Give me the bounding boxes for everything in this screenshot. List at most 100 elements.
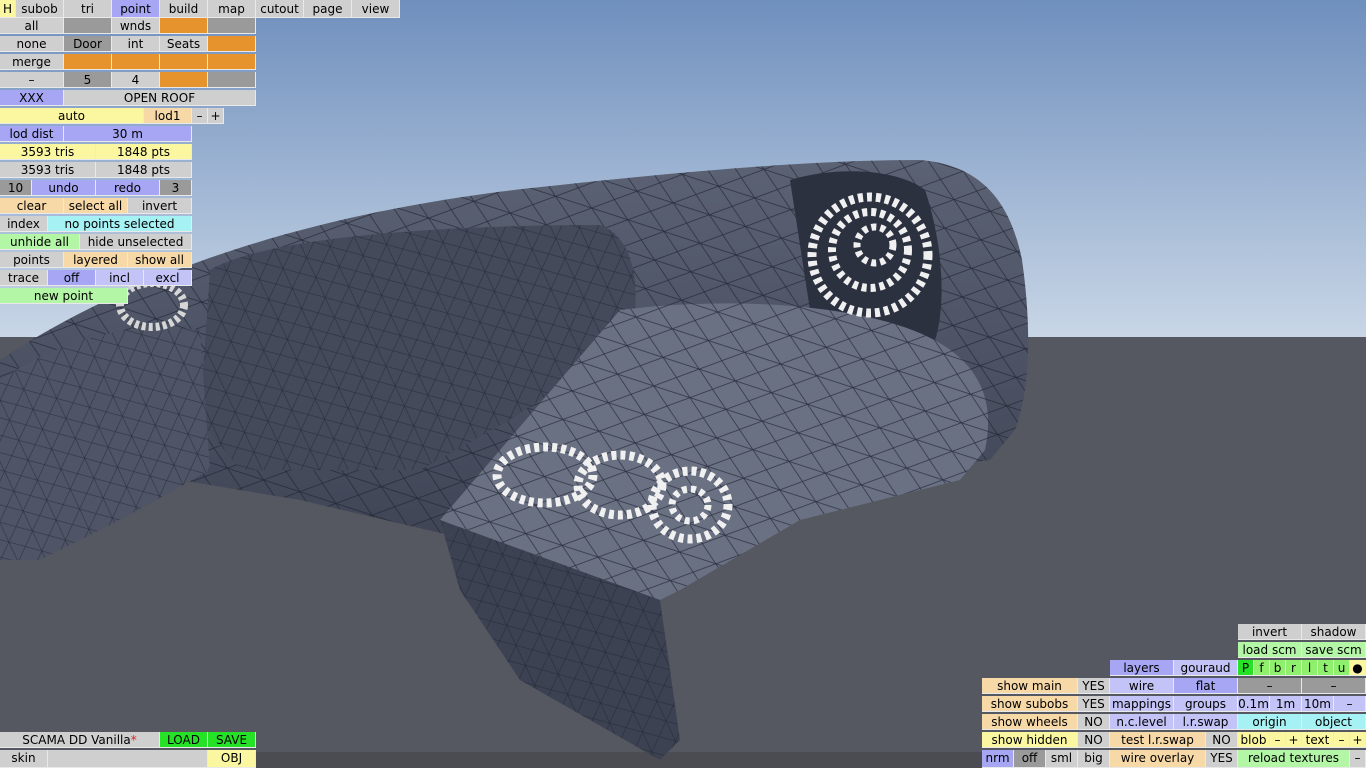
four-button[interactable]: 4 bbox=[112, 72, 160, 88]
view-top-button[interactable]: t bbox=[1318, 660, 1334, 676]
gouraud-button[interactable]: gouraud bbox=[1174, 660, 1238, 676]
normals-off-button[interactable]: off bbox=[1014, 750, 1046, 768]
clear-selection-button[interactable]: clear bbox=[0, 198, 64, 214]
show-all-button[interactable]: show all bbox=[128, 252, 192, 268]
orange-slot[interactable] bbox=[64, 54, 112, 70]
file-name[interactable]: SCAMA DD Vanilla* bbox=[0, 732, 160, 748]
layered-button[interactable]: layered bbox=[64, 252, 128, 268]
wire-overlay-button[interactable]: wire overlay bbox=[1110, 750, 1206, 768]
lod-dist-label[interactable]: lod dist bbox=[0, 126, 64, 142]
object-button[interactable]: object bbox=[1302, 714, 1366, 730]
tab-page[interactable]: page bbox=[304, 0, 352, 18]
orange-slot[interactable] bbox=[208, 54, 256, 70]
show-subobs-label[interactable]: show subobs bbox=[982, 696, 1078, 712]
mappings-button[interactable]: mappings bbox=[1110, 696, 1174, 712]
seats-button[interactable]: Seats bbox=[160, 36, 208, 52]
lr-swap-button[interactable]: l.r.swap bbox=[1174, 714, 1238, 730]
lod-auto-button[interactable]: auto bbox=[0, 108, 144, 124]
grid-1m-button[interactable]: 1m bbox=[1270, 696, 1302, 712]
points-mode-button[interactable]: points bbox=[0, 252, 64, 268]
load-button[interactable]: LOAD bbox=[160, 732, 208, 748]
tab-cutout[interactable]: cutout bbox=[256, 0, 304, 18]
normals-small-button[interactable]: sml bbox=[1046, 750, 1078, 768]
text-plus-button[interactable]: + bbox=[1350, 732, 1366, 748]
layers-button[interactable]: layers bbox=[1110, 660, 1174, 676]
trace-incl-button[interactable]: incl bbox=[96, 270, 144, 286]
view-right-button[interactable]: r bbox=[1286, 660, 1302, 676]
flat-button[interactable]: flat bbox=[1174, 678, 1238, 694]
reload-textures-button[interactable]: reload textures bbox=[1238, 750, 1350, 768]
wire-button[interactable]: wire bbox=[1110, 678, 1174, 694]
xxx-button[interactable]: XXX bbox=[0, 90, 64, 106]
open-roof-button[interactable]: OPEN ROOF bbox=[64, 90, 256, 106]
test-lr-swap-value[interactable]: NO bbox=[1206, 732, 1238, 748]
text-button[interactable]: text bbox=[1302, 732, 1334, 748]
nc-level-button[interactable]: n.c.level bbox=[1110, 714, 1174, 730]
groups-button[interactable]: groups bbox=[1174, 696, 1238, 712]
view-dot-button[interactable]: ● bbox=[1350, 660, 1366, 676]
text-minus-button[interactable]: – bbox=[1334, 732, 1350, 748]
lod-plus-button[interactable]: + bbox=[208, 108, 224, 124]
orange-slot[interactable] bbox=[208, 36, 256, 52]
invert-button[interactable]: invert bbox=[1238, 624, 1302, 640]
lod-dist-value[interactable]: 30 m bbox=[64, 126, 192, 142]
skin-field[interactable] bbox=[48, 750, 208, 768]
tab-map[interactable]: map bbox=[208, 0, 256, 18]
orange-slot[interactable] bbox=[112, 54, 160, 70]
grid-10m-button[interactable]: 10m bbox=[1302, 696, 1334, 712]
trace-off-button[interactable]: off bbox=[48, 270, 96, 286]
reload-dash-button[interactable]: – bbox=[1350, 750, 1366, 768]
empty-slot[interactable] bbox=[208, 72, 256, 88]
tab-tri[interactable]: tri bbox=[64, 0, 112, 18]
unhide-all-button[interactable]: unhide all bbox=[0, 234, 80, 250]
undo-button[interactable]: undo bbox=[32, 180, 96, 196]
normals-button[interactable]: nrm bbox=[982, 750, 1014, 768]
grid-01m-button[interactable]: 0.1m bbox=[1238, 696, 1270, 712]
tab-point[interactable]: point bbox=[112, 0, 160, 18]
orange-slot[interactable] bbox=[160, 72, 208, 88]
view-front-button[interactable]: f bbox=[1254, 660, 1270, 676]
show-wheels-value[interactable]: NO bbox=[1078, 714, 1110, 730]
blob-minus-button[interactable]: – bbox=[1270, 732, 1286, 748]
test-lr-swap-button[interactable]: test l.r.swap bbox=[1110, 732, 1206, 748]
trace-button[interactable]: trace bbox=[0, 270, 48, 286]
dash-button[interactable]: – bbox=[1302, 678, 1366, 694]
all-button[interactable]: all bbox=[0, 18, 64, 34]
tab-view[interactable]: view bbox=[352, 0, 400, 18]
orange-slot[interactable] bbox=[160, 18, 208, 34]
grid-dash-button[interactable]: – bbox=[1334, 696, 1366, 712]
five-button[interactable]: 5 bbox=[64, 72, 112, 88]
door-button[interactable]: Door bbox=[64, 36, 112, 52]
load-scm-button[interactable]: load scm bbox=[1238, 642, 1302, 658]
view-left-button[interactable]: l bbox=[1302, 660, 1318, 676]
show-wheels-label[interactable]: show wheels bbox=[982, 714, 1078, 730]
skin-button[interactable]: skin bbox=[0, 750, 48, 768]
none-button[interactable]: none bbox=[0, 36, 64, 52]
wnds-button[interactable]: wnds bbox=[112, 18, 160, 34]
blob-button[interactable]: blob bbox=[1238, 732, 1270, 748]
int-button[interactable]: int bbox=[112, 36, 160, 52]
trace-excl-button[interactable]: excl bbox=[144, 270, 192, 286]
save-button[interactable]: SAVE bbox=[208, 732, 256, 748]
empty-slot[interactable] bbox=[208, 18, 256, 34]
tab-subob[interactable]: subob bbox=[16, 0, 64, 18]
view-persp-button[interactable]: P bbox=[1238, 660, 1254, 676]
dash-button[interactable]: – bbox=[0, 72, 64, 88]
normals-big-button[interactable]: big bbox=[1078, 750, 1110, 768]
shadow-button[interactable]: shadow bbox=[1302, 624, 1366, 640]
index-button[interactable]: index bbox=[0, 216, 48, 232]
redo-button[interactable]: redo bbox=[96, 180, 160, 196]
dash-button[interactable]: – bbox=[1238, 678, 1302, 694]
show-hidden-value[interactable]: NO bbox=[1078, 732, 1110, 748]
blob-plus-button[interactable]: + bbox=[1286, 732, 1302, 748]
view-back-button[interactable]: b bbox=[1270, 660, 1286, 676]
new-point-button[interactable]: new point bbox=[0, 288, 128, 304]
select-all-button[interactable]: select all bbox=[64, 198, 128, 214]
obj-button[interactable]: OBJ bbox=[208, 750, 256, 768]
origin-button[interactable]: origin bbox=[1238, 714, 1302, 730]
save-scm-button[interactable]: save scm bbox=[1302, 642, 1366, 658]
invert-selection-button[interactable]: invert bbox=[128, 198, 192, 214]
lod-level-button[interactable]: lod1 bbox=[144, 108, 192, 124]
empty-slot[interactable] bbox=[64, 18, 112, 34]
orange-slot[interactable] bbox=[160, 54, 208, 70]
